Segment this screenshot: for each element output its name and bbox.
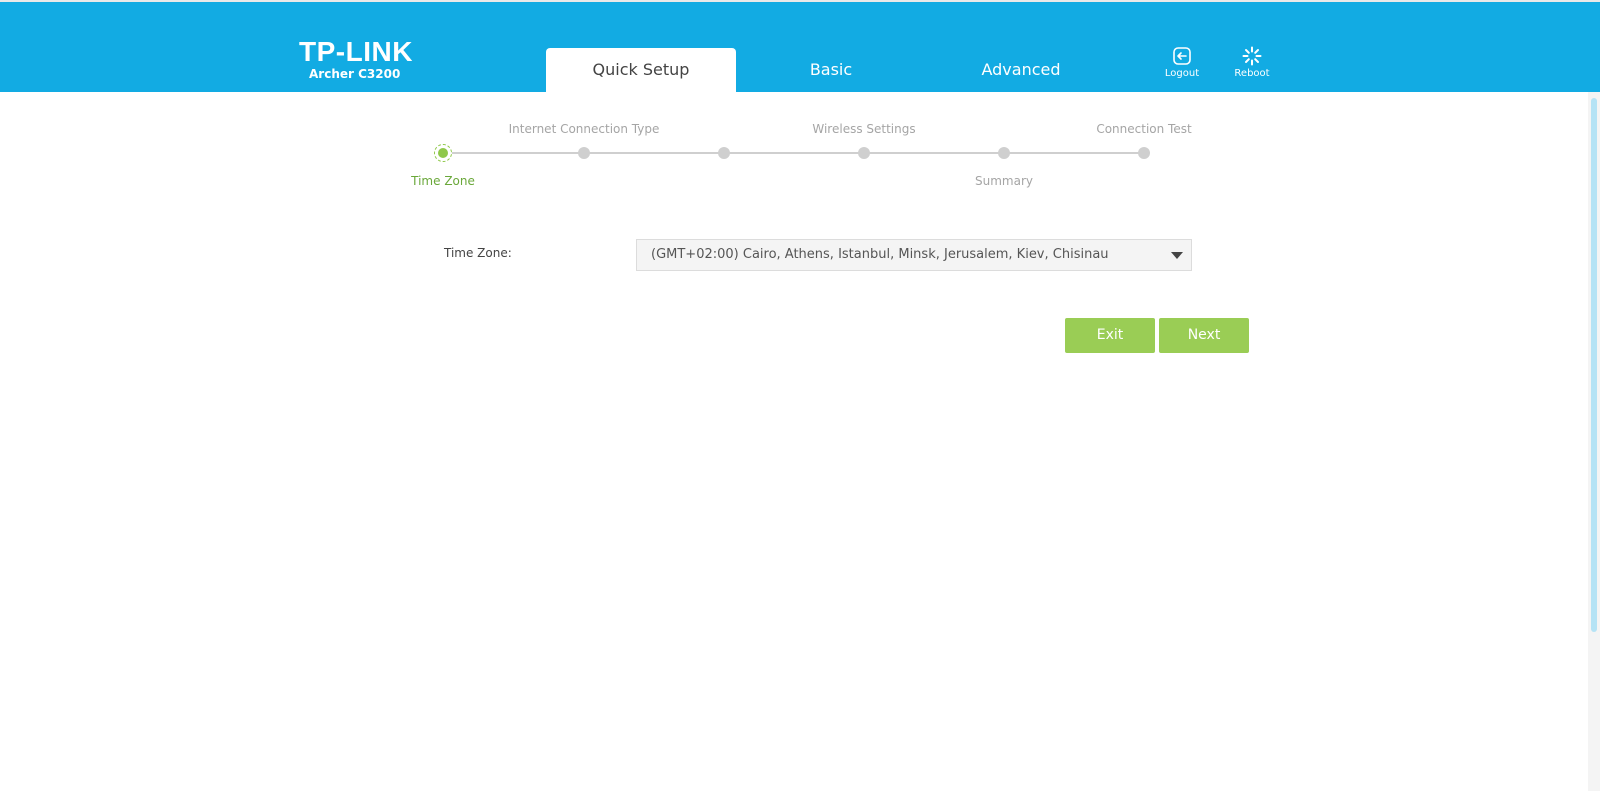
logo: TP-LINK Archer C3200: [299, 36, 413, 82]
reboot-button[interactable]: Reboot: [1227, 46, 1277, 79]
time-zone-value: (GMT+02:00) Cairo, Athens, Istanbul, Min…: [651, 247, 1109, 262]
step-dot-internet-connection-type: [578, 147, 590, 159]
logout-icon: [1173, 47, 1191, 65]
next-button[interactable]: Next: [1159, 318, 1249, 353]
progress-line: [443, 152, 1143, 154]
logout-label: Logout: [1164, 68, 1200, 79]
tab-basic[interactable]: Basic: [736, 48, 926, 92]
time-zone-label: Time Zone:: [444, 246, 512, 260]
scrollbar[interactable]: [1588, 92, 1600, 791]
step-dot-summary: [998, 147, 1010, 159]
brand-name: TP-LINK: [299, 36, 413, 67]
exit-button[interactable]: Exit: [1065, 318, 1155, 353]
step-label-wireless-settings: Wireless Settings: [812, 122, 916, 136]
step-label-internet-connection-type: Internet Connection Type: [508, 122, 660, 136]
dropdown-arrow-icon: [1171, 252, 1183, 259]
tab-advanced[interactable]: Advanced: [926, 48, 1116, 92]
tab-quick-setup[interactable]: Quick Setup: [546, 48, 736, 92]
step-dot-connection-test: [1138, 147, 1150, 159]
logout-button[interactable]: Logout: [1157, 46, 1207, 79]
step-label-time-zone: Time Zone: [411, 174, 475, 188]
step-label-summary: Summary: [975, 174, 1033, 188]
model-name: Archer C3200: [309, 67, 401, 81]
reboot-icon: [1242, 46, 1262, 66]
step-dot-time-zone: [434, 144, 452, 162]
step-dot-wireless-settings: [858, 147, 870, 159]
reboot-label: Reboot: [1234, 68, 1270, 79]
step-label-connection-test: Connection Test: [1096, 122, 1192, 136]
time-zone-select[interactable]: (GMT+02:00) Cairo, Athens, Istanbul, Min…: [636, 239, 1192, 271]
scrollbar-thumb[interactable]: [1591, 98, 1597, 632]
step-dot-3: [718, 147, 730, 159]
wizard-progress: Time Zone Internet Connection Type Wirel…: [400, 115, 1200, 195]
